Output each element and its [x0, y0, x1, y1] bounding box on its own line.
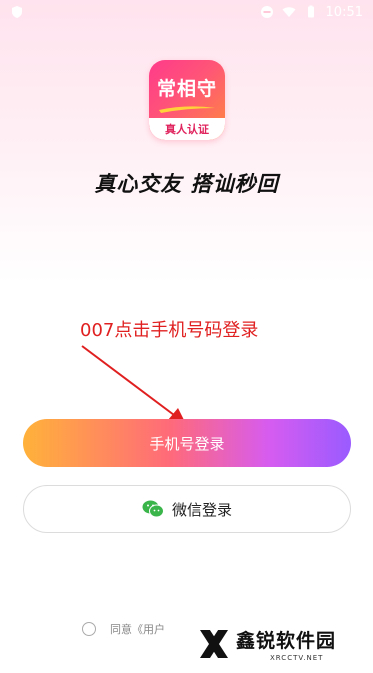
agreement-radio[interactable]: [82, 622, 96, 636]
wechat-login-button[interactable]: 微信登录: [23, 485, 351, 533]
agreement-text[interactable]: 同意《用户: [110, 621, 165, 637]
watermark-brand: 鑫锐软件园: [236, 630, 337, 652]
watermark-domain: XRCCTV.NET: [270, 654, 324, 662]
shield-icon: [12, 6, 22, 18]
agreement-row: 同意《用户: [82, 621, 165, 637]
status-right: 10:51: [260, 5, 363, 20]
app-logo: 常相守 真人认证: [149, 60, 225, 140]
wechat-icon: [142, 500, 164, 518]
wechat-login-label: 微信登录: [171, 500, 232, 519]
annotation-text: 007点击手机号码登录: [80, 320, 259, 341]
app-logo-title: 常相守: [156, 78, 217, 100]
swoosh-icon: [159, 106, 215, 113]
status-left: [10, 5, 24, 19]
watermark: 鑫锐软件园 XRCCTV.NET: [196, 622, 366, 668]
wifi-icon: [282, 7, 296, 17]
slogan: 真心交友 搭讪秒回: [94, 172, 279, 196]
battery-icon: [307, 5, 314, 18]
arrow-icon: [81, 345, 186, 424]
status-time: 10:51: [325, 4, 363, 20]
phone-login-button[interactable]: 手机号登录: [23, 419, 351, 467]
x-logo-icon: [200, 630, 228, 658]
verified-badge: 真人认证: [149, 118, 225, 140]
status-bar: 10:51: [0, 0, 373, 24]
minus-circle-icon: [260, 6, 273, 18]
